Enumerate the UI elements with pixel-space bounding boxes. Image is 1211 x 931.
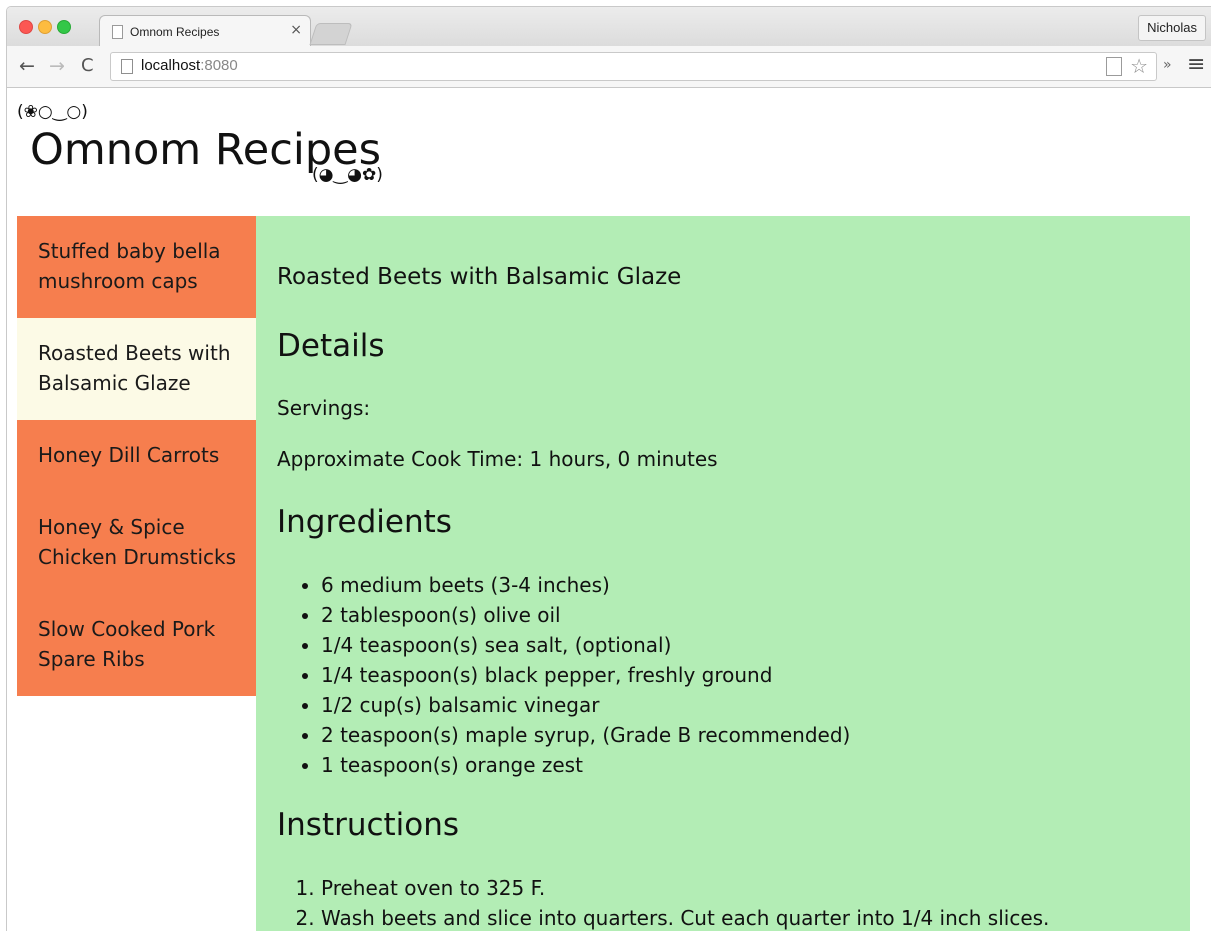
sidebar-item-chicken-drumsticks[interactable]: Honey & Spice Chicken Drumsticks	[17, 492, 256, 594]
recipe-name: Roasted Beets with Balsamic Glaze	[277, 264, 682, 290]
servings-text: Servings:	[277, 396, 371, 420]
back-arrow-icon[interactable]: ←	[19, 54, 35, 78]
page-content: (❀○‿○) Omnom Recipes (◕‿◕✿) Stuffed baby…	[7, 88, 1211, 931]
menu-icon[interactable]: ≡	[1187, 52, 1205, 77]
recipe-detail-panel: Roasted Beets with Balsamic Glaze Detail…	[256, 216, 1190, 931]
extensions-overflow-icon[interactable]: »	[1163, 57, 1172, 73]
recipe-sidebar: Stuffed baby bella mushroom caps Roasted…	[17, 216, 256, 696]
list-item: Preheat oven to 325 F.	[321, 873, 1049, 903]
tab-title: Omnom Recipes	[130, 25, 220, 39]
tab-strip: Omnom Recipes × Nicholas	[7, 7, 1211, 47]
reload-icon[interactable]: C	[81, 54, 94, 78]
list-item: 1 teaspoon(s) orange zest	[321, 750, 850, 780]
address-bar[interactable]: localhost:8080 ☆	[110, 52, 1157, 81]
bookmark-star-icon[interactable]: ☆	[1130, 54, 1148, 78]
page-icon	[112, 25, 123, 39]
tab-close-icon[interactable]: ×	[290, 22, 302, 38]
list-item: Wash beets and slice into quarters. Cut …	[321, 903, 1049, 931]
url-text[interactable]: localhost:8080	[141, 57, 238, 74]
window-close-button[interactable]	[19, 20, 33, 34]
kaomoji-bottom: (◕‿◕✿)	[312, 165, 383, 185]
window-maximize-button[interactable]	[57, 20, 71, 34]
kaomoji-top: (❀○‿○)	[17, 102, 88, 122]
window-minimize-button[interactable]	[38, 20, 52, 34]
sidebar-item-stuffed-mushroom-caps[interactable]: Stuffed baby bella mushroom caps	[17, 216, 256, 318]
browser-toolbar: ← → C localhost:8080 ☆ » ≡	[7, 46, 1211, 88]
browser-window: Omnom Recipes × Nicholas ← → C localhost…	[6, 6, 1211, 931]
new-tab-button[interactable]	[309, 23, 353, 45]
list-item: 2 teaspoon(s) maple syrup, (Grade B reco…	[321, 720, 850, 750]
instructions-list: Preheat oven to 325 F. Wash beets and sl…	[277, 873, 1049, 931]
url-host: localhost	[141, 57, 201, 74]
list-item: 2 tablespoon(s) olive oil	[321, 600, 850, 630]
tab-omnom-recipes[interactable]: Omnom Recipes ×	[99, 15, 311, 47]
list-item: 1/2 cup(s) balsamic vinegar	[321, 690, 850, 720]
ingredients-list: 6 medium beets (3-4 inches) 2 tablespoon…	[277, 570, 850, 780]
url-port: :8080	[200, 57, 238, 74]
details-heading: Details	[277, 328, 385, 364]
ingredients-heading: Ingredients	[277, 504, 452, 540]
page-action-icon[interactable]	[1106, 57, 1122, 76]
page-icon	[121, 59, 133, 74]
list-item: 6 medium beets (3-4 inches)	[321, 570, 850, 600]
sidebar-item-pork-spare-ribs[interactable]: Slow Cooked Pork Spare Ribs	[17, 594, 256, 696]
list-item: 1/4 teaspoon(s) black pepper, freshly gr…	[321, 660, 850, 690]
sidebar-item-roasted-beets[interactable]: Roasted Beets with Balsamic Glaze	[17, 318, 256, 420]
list-item: 1/4 teaspoon(s) sea salt, (optional)	[321, 630, 850, 660]
instructions-heading: Instructions	[277, 807, 460, 843]
profile-button[interactable]: Nicholas	[1138, 15, 1206, 41]
sidebar-item-honey-dill-carrots[interactable]: Honey Dill Carrots	[17, 420, 256, 492]
forward-arrow-icon[interactable]: →	[49, 54, 65, 78]
cook-time-text: Approximate Cook Time: 1 hours, 0 minute…	[277, 447, 718, 471]
